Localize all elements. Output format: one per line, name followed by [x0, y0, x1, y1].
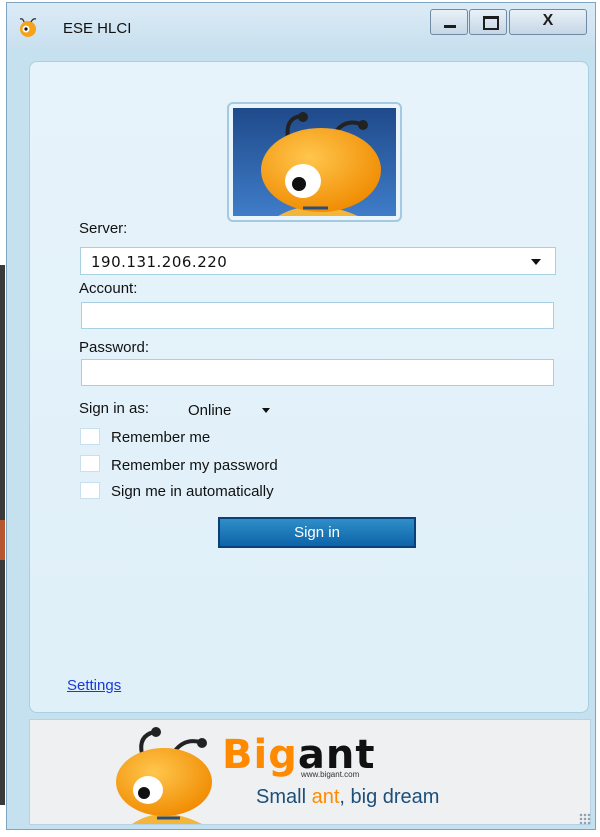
account-label: Account:	[79, 280, 138, 297]
auto-sign-in-label[interactable]: Sign me in automatically	[111, 483, 274, 500]
server-select[interactable]: 190.131.206.220	[80, 247, 556, 275]
status-select[interactable]: Online	[188, 402, 231, 419]
server-label: Server:	[79, 220, 128, 237]
desktop-edge-accent	[0, 520, 5, 560]
title-bar[interactable]: ESE HLCI X	[7, 3, 595, 49]
brand-banner: Bigant www.bigant.com Small ant, big dre…	[29, 719, 591, 825]
brand-url: www.bigant.com	[301, 770, 360, 779]
account-input[interactable]	[81, 302, 554, 329]
window-title: ESE HLCI	[63, 20, 132, 37]
brand-slogan: Small ant, big dream	[256, 786, 439, 809]
auto-sign-in-checkbox[interactable]	[80, 482, 100, 499]
slogan-part-c: , big dream	[339, 786, 440, 808]
remember-password-label[interactable]: Remember my password	[111, 457, 278, 474]
login-window: ESE HLCI X Server: 190.131.206.220 Accou…	[6, 2, 596, 830]
avatar[interactable]	[227, 102, 402, 222]
remember-me-checkbox[interactable]	[80, 428, 100, 445]
login-panel: Server: 190.131.206.220 Account: Passwor…	[29, 61, 589, 713]
sign-in-as-label: Sign in as:	[79, 400, 150, 417]
ant-avatar-image	[233, 108, 396, 216]
maximize-icon	[483, 16, 499, 30]
password-input[interactable]	[81, 359, 554, 386]
slogan-part-a: Small	[256, 786, 312, 808]
remember-password-checkbox[interactable]	[80, 455, 100, 472]
resize-grip[interactable]	[579, 813, 591, 825]
ant-mascot-icon[interactable]	[17, 17, 39, 39]
close-button[interactable]: X	[509, 9, 587, 35]
chevron-down-icon[interactable]	[531, 259, 541, 265]
maximize-button[interactable]	[469, 9, 507, 35]
brand-name-part1: Big	[222, 732, 298, 778]
server-value: 190.131.206.220	[91, 253, 228, 271]
password-label: Password:	[79, 339, 150, 356]
settings-link[interactable]: Settings	[67, 677, 121, 694]
minimize-button[interactable]	[430, 9, 468, 35]
remember-me-label[interactable]: Remember me	[111, 429, 210, 446]
chevron-down-icon[interactable]	[262, 408, 270, 413]
slogan-part-b: ant	[311, 786, 340, 808]
minimize-icon	[444, 25, 456, 28]
sign-in-button[interactable]: Sign in	[218, 517, 416, 548]
close-icon: X	[542, 12, 554, 29]
ant-mascot-icon	[116, 727, 212, 824]
